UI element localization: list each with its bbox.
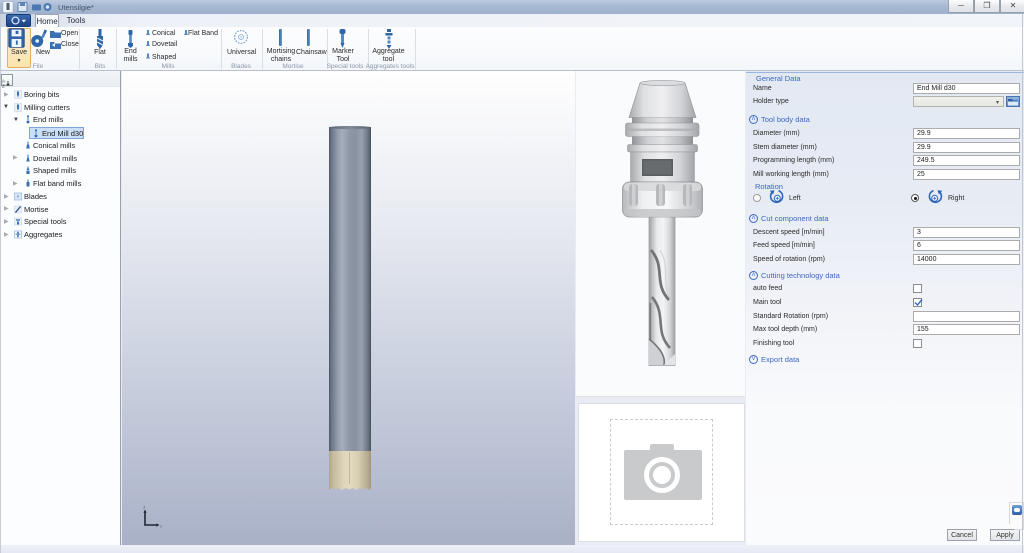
svg-text:Z: Z	[143, 506, 146, 510]
svg-text:Z: Z	[2, 84, 5, 89]
svg-text:x: x	[160, 525, 162, 529]
